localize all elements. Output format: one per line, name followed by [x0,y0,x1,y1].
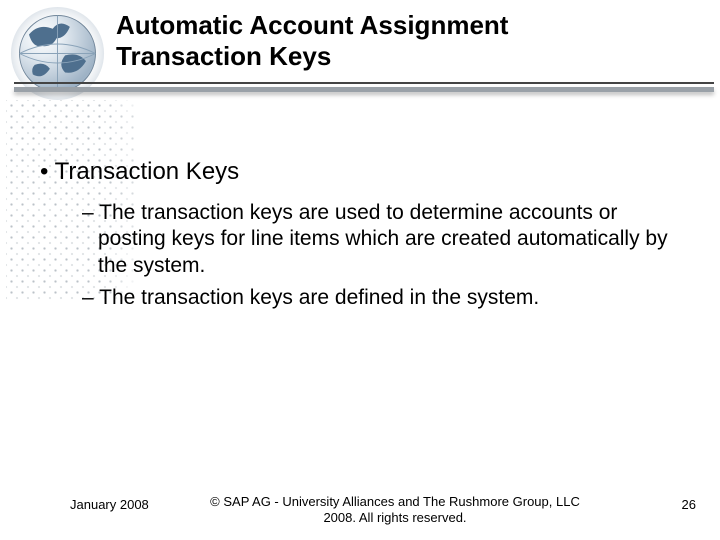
slide-title: Automatic Account Assignment Transaction… [116,10,508,72]
footer-date: January 2008 [70,497,149,512]
footer-page-number: 26 [682,497,696,512]
title-underline [14,82,714,92]
bullet-level-2: The transaction keys are used to determi… [82,200,674,279]
footer-copyright: © SAP AG - University Alliances and The … [210,494,580,527]
title-line-1: Automatic Account Assignment [116,10,508,40]
bullet-level-2: The transaction keys are defined in the … [82,285,674,311]
slide: Automatic Account Assignment Transaction… [0,0,720,540]
title-line-2: Transaction Keys [116,41,331,71]
bullet-level-1: Transaction Keys [40,158,674,186]
bullet-sublist: The transaction keys are used to determi… [82,200,674,311]
slide-body: Transaction Keys The transaction keys ar… [40,158,674,317]
slide-header: Automatic Account Assignment Transaction… [0,0,720,120]
divider-thick [14,87,714,92]
divider-thin [14,82,714,84]
